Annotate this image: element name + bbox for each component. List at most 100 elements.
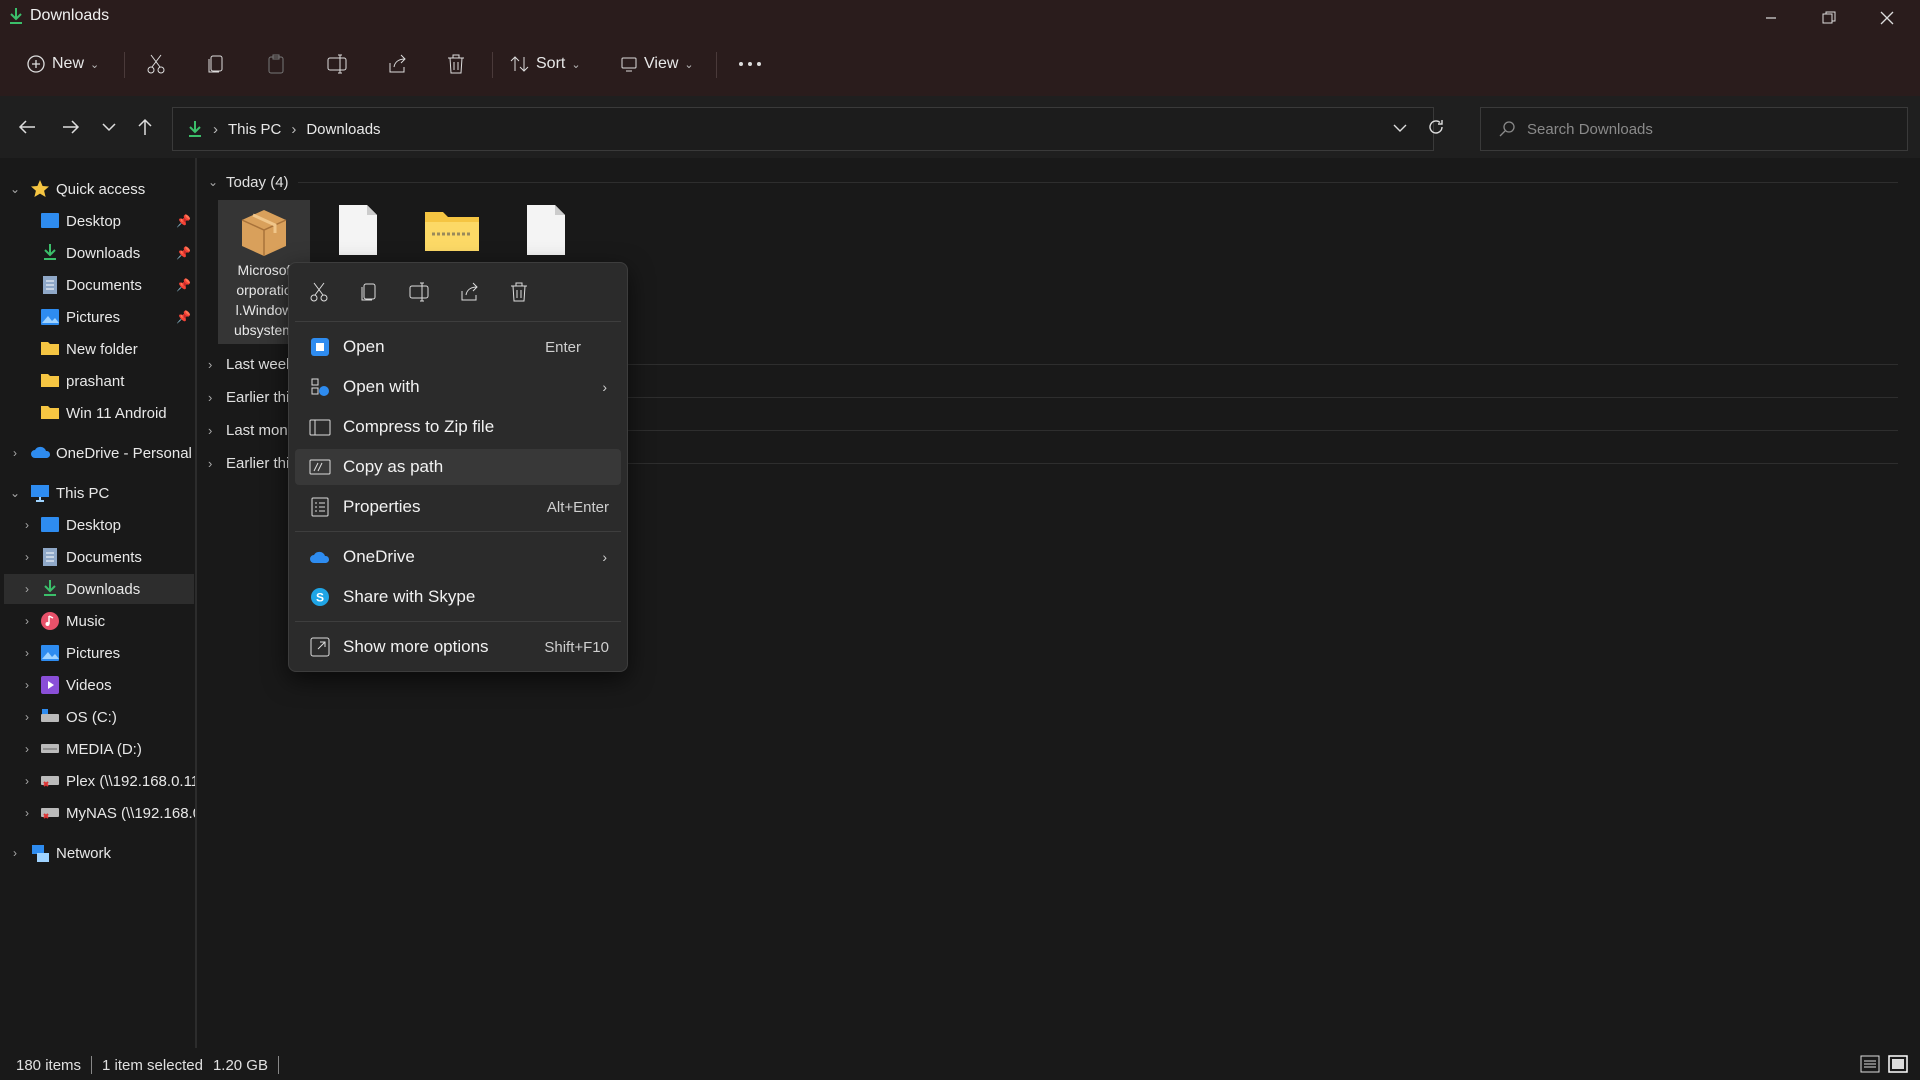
sidebar-item-desktop[interactable]: Desktop 📌: [0, 206, 195, 236]
chevron-right-icon: ›: [208, 455, 213, 471]
menu-copy-button[interactable]: [353, 277, 385, 307]
sort-button[interactable]: Sort ⌄: [510, 42, 581, 86]
menu-item-copy-as-path[interactable]: Copy as path: [295, 449, 621, 485]
rename-button[interactable]: [326, 42, 348, 86]
chevron-right-icon[interactable]: ›: [20, 550, 34, 564]
refresh-icon: [1429, 120, 1443, 134]
computer-icon: [30, 484, 50, 504]
menu-item-share-skype[interactable]: S Share with Skype: [295, 579, 621, 615]
view-button[interactable]: View ⌄: [620, 42, 694, 86]
menu-item-label: Share with Skype: [343, 587, 476, 606]
address-dropdown-button[interactable]: [1393, 120, 1407, 137]
paste-button[interactable]: [266, 42, 286, 86]
sidebar-item-pictures[interactable]: Pictures 📌: [0, 302, 195, 332]
address-bar[interactable]: › This PC › Downloads: [172, 107, 1443, 151]
sidebar-item-drive-c[interactable]: › OS (C:): [0, 702, 195, 732]
group-header-today[interactable]: ⌄ Today (4): [208, 168, 1908, 196]
menu-divider: [295, 321, 621, 322]
sidebar-item-label: MEDIA (D:): [66, 740, 142, 758]
menu-cut-button[interactable]: [303, 277, 335, 307]
chevron-right-icon[interactable]: ›: [20, 742, 34, 756]
copy-button[interactable]: [206, 42, 226, 86]
sidebar-item-pc-documents[interactable]: › Documents: [0, 542, 195, 572]
sidebar-item-onedrive[interactable]: › OneDrive - Personal: [0, 438, 195, 468]
menu-item-label: Open: [343, 337, 385, 356]
chevron-right-icon[interactable]: ›: [20, 806, 34, 820]
more-button[interactable]: [738, 42, 762, 86]
back-button[interactable]: [12, 112, 42, 142]
chevron-right-icon[interactable]: ›: [20, 582, 34, 596]
rename-icon: [409, 282, 429, 302]
package-icon: [241, 210, 287, 256]
sidebar-item-documents[interactable]: Documents 📌: [0, 270, 195, 300]
arrow-right-icon: [63, 120, 80, 134]
sidebar-item-music[interactable]: › Music: [0, 606, 195, 636]
up-button[interactable]: [130, 112, 160, 142]
chevron-right-icon[interactable]: ›: [20, 710, 34, 724]
search-placeholder: Search Downloads: [1527, 120, 1653, 138]
breadcrumb-this-pc[interactable]: This PC: [228, 121, 281, 138]
sidebar-item-label: Win 11 Android: [66, 404, 167, 422]
sidebar-item-this-pc[interactable]: ⌄ This PC: [0, 478, 195, 508]
minimize-button[interactable]: [1742, 0, 1800, 36]
tiles-view-button[interactable]: [1888, 1055, 1908, 1077]
zip-folder-item[interactable]: [406, 208, 498, 252]
sidebar-item-network[interactable]: › Network: [0, 838, 195, 868]
chevron-right-icon[interactable]: ›: [8, 446, 22, 460]
menu-item-open[interactable]: Open Enter: [295, 329, 621, 365]
recent-locations-button[interactable]: [94, 112, 124, 142]
delete-button[interactable]: [446, 42, 466, 86]
copy-path-icon: [309, 456, 331, 478]
chevron-right-icon[interactable]: ›: [8, 846, 22, 860]
chevron-right-icon[interactable]: ›: [20, 774, 34, 788]
scissors-icon: [310, 282, 328, 302]
restore-button[interactable]: [1800, 0, 1858, 36]
sidebar-item-drive-d[interactable]: › MEDIA (D:): [0, 734, 195, 764]
menu-item-label: Open with: [343, 377, 420, 396]
menu-delete-button[interactable]: [503, 277, 535, 307]
chevron-right-icon[interactable]: ›: [20, 614, 34, 628]
file-item[interactable]: [500, 204, 592, 256]
sidebar-item-mynas[interactable]: › MyNAS (\\192.168.0: [0, 798, 195, 828]
menu-rename-button[interactable]: [403, 277, 435, 307]
menu-item-compress-zip[interactable]: Compress to Zip file: [295, 409, 621, 445]
sidebar-item-plex[interactable]: › Plex (\\192.168.0.11: [0, 766, 195, 796]
chevron-right-icon[interactable]: ›: [20, 646, 34, 660]
close-button[interactable]: [1858, 0, 1916, 36]
sidebar-item-pc-downloads[interactable]: › Downloads: [4, 574, 194, 604]
sidebar-item-win11-android[interactable]: Win 11 Android: [0, 398, 195, 428]
share-button[interactable]: [386, 42, 408, 86]
menu-item-onedrive[interactable]: OneDrive ›: [295, 539, 621, 575]
cut-button[interactable]: [146, 42, 166, 86]
chevron-right-icon: ›: [602, 379, 607, 395]
sidebar-item-quick-access[interactable]: ⌄ Quick access: [0, 174, 195, 204]
menu-item-properties[interactable]: Properties Alt+Enter: [295, 489, 621, 525]
sidebar-item-downloads[interactable]: Downloads 📌: [0, 238, 195, 268]
menu-share-button[interactable]: [453, 277, 485, 307]
drive-icon: [40, 708, 60, 728]
zip-folder-icon: [425, 212, 479, 251]
forward-button[interactable]: [56, 112, 86, 142]
details-view-button[interactable]: [1860, 1055, 1880, 1077]
breadcrumb-downloads[interactable]: Downloads: [306, 121, 380, 138]
sidebar-item-pc-desktop[interactable]: › Desktop: [0, 510, 195, 540]
ellipsis-icon: [739, 62, 761, 66]
new-button[interactable]: New ⌄: [26, 42, 99, 86]
chevron-right-icon: ›: [208, 422, 213, 438]
sidebar-item-new-folder[interactable]: New folder: [0, 334, 195, 364]
chevron-down-icon[interactable]: ⌄: [8, 486, 22, 500]
chevron-right-icon[interactable]: ›: [20, 518, 34, 532]
sidebar-item-prashant[interactable]: prashant: [0, 366, 195, 396]
search-input[interactable]: Search Downloads: [1480, 107, 1908, 151]
onedrive-icon: [309, 546, 331, 568]
sidebar-item-label: Plex (\\192.168.0.11: [66, 772, 195, 790]
menu-item-show-more-options[interactable]: Show more options Shift+F10: [295, 629, 621, 665]
sidebar-item-pc-pictures[interactable]: › Pictures: [0, 638, 195, 668]
sort-label: Sort: [536, 55, 566, 72]
chevron-right-icon[interactable]: ›: [20, 678, 34, 692]
chevron-down-icon[interactable]: ⌄: [8, 182, 22, 196]
file-item[interactable]: [312, 204, 404, 256]
refresh-button[interactable]: [1427, 118, 1445, 140]
sidebar-item-videos[interactable]: › Videos: [0, 670, 195, 700]
menu-item-open-with[interactable]: Open with ›: [295, 369, 621, 405]
